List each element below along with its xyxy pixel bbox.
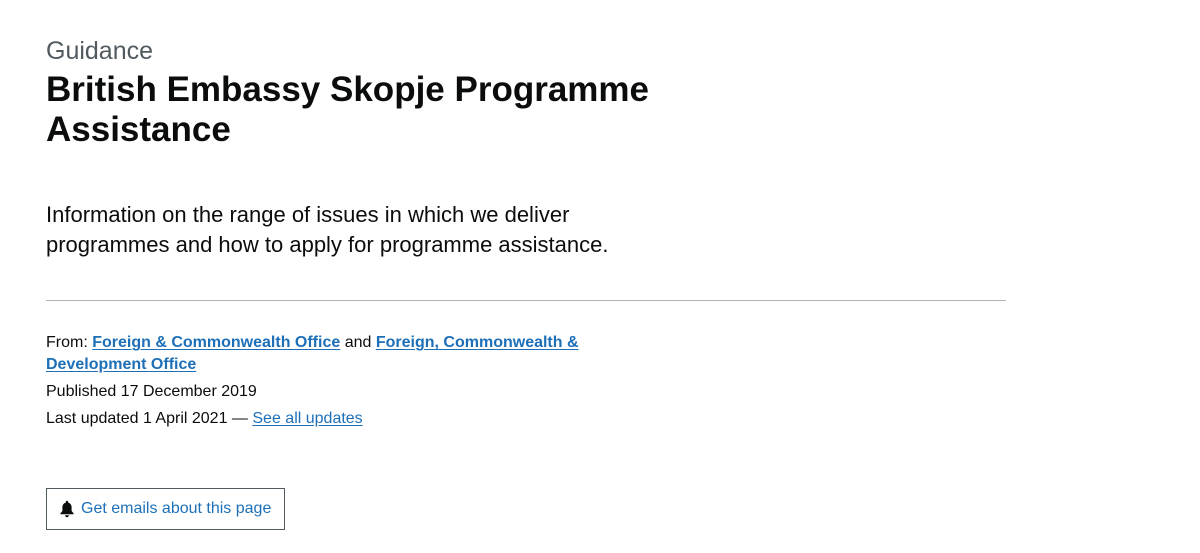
page-title: British Embassy Skopje Programme Assista…: [46, 70, 649, 149]
metadata: From: Foreign & Commonwealth Office and …: [46, 332, 666, 435]
page-caption: Guidance: [46, 37, 154, 65]
updated-row: Last updated 1 April 2021 — See all upda…: [46, 408, 666, 430]
bell-icon: [60, 500, 74, 518]
from-label: From:: [46, 334, 88, 351]
get-emails-label: Get emails about this page: [81, 500, 272, 517]
see-all-updates-link[interactable]: See all updates: [252, 410, 362, 427]
get-emails-button[interactable]: Get emails about this page: [46, 488, 286, 530]
organisation-link-fco[interactable]: Foreign & Commonwealth Office: [92, 334, 340, 351]
from-row: From: Foreign & Commonwealth Office and …: [46, 332, 666, 376]
divider: [46, 300, 1006, 301]
and-text: and: [344, 334, 372, 351]
page-description: Information on the range of issues in wh…: [46, 202, 609, 257]
last-updated-date: Last updated 1 April 2021 —: [46, 410, 248, 427]
published-date: Published 17 December 2019: [46, 383, 257, 400]
published-row: Published 17 December 2019: [46, 381, 666, 403]
